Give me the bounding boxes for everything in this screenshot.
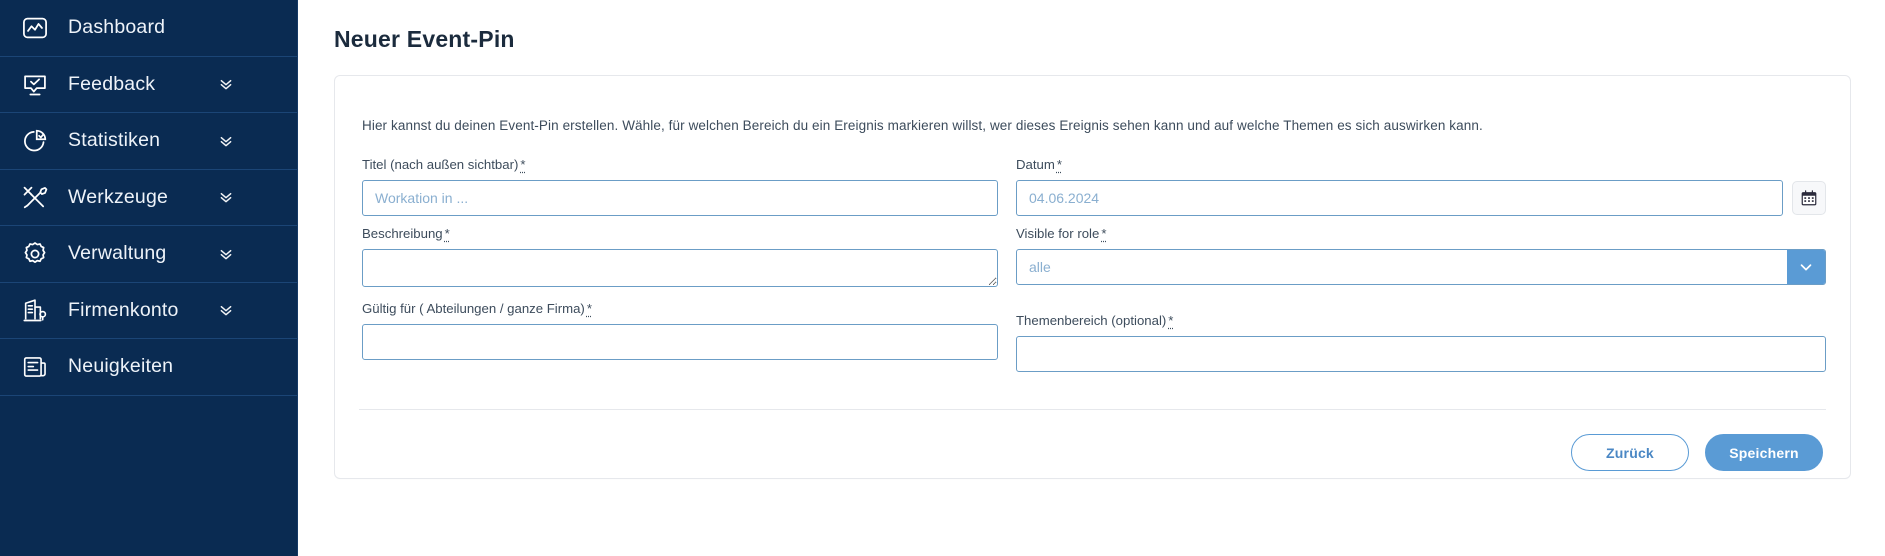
field-valid-for-label: Gültig für ( Abteilungen / ganze Firma) *	[362, 301, 998, 316]
gear-icon	[18, 237, 52, 271]
field-date: Datum *	[1016, 157, 1826, 216]
required-marker: *	[1056, 156, 1062, 172]
calendar-icon[interactable]	[1792, 180, 1826, 215]
field-description-label-text: Beschreibung	[362, 225, 443, 241]
news-document-icon	[18, 350, 52, 384]
field-title-label: Titel (nach außen sichtbar) *	[362, 157, 998, 172]
feedback-speech-bubble-icon	[18, 67, 52, 101]
date-input[interactable]	[1016, 179, 1783, 216]
field-visible-for-role-label: Visible for role *	[1016, 226, 1826, 241]
required-marker: *	[1101, 225, 1107, 241]
required-marker: *	[1168, 312, 1174, 328]
date-row	[1016, 179, 1826, 216]
topic-area-input[interactable]	[1016, 335, 1826, 372]
field-visible-for-role-label-text: Visible for role	[1016, 225, 1100, 241]
field-title: Titel (nach außen sichtbar) *	[362, 157, 998, 216]
sidebar-item-firmenkonto[interactable]: Firmenkonto	[0, 283, 297, 339]
field-topic-area: Themenbereich (optional) *	[1016, 301, 1826, 372]
field-description: Beschreibung *	[362, 226, 998, 287]
form-actions: Zurück Speichern	[1571, 434, 1823, 471]
sidebar-item-label: Werkzeuge	[68, 185, 169, 208]
form-grid: Titel (nach außen sichtbar)* Datum*	[359, 147, 1826, 372]
company-building-icon	[18, 293, 52, 327]
visible-for-role-value: alle	[1029, 258, 1051, 275]
title-input[interactable]	[362, 179, 998, 216]
tools-wrench-screwdriver-icon	[18, 180, 52, 214]
sidebar-item-label: Neuigkeiten	[68, 355, 174, 378]
chevron-double-down-icon[interactable]	[217, 75, 235, 93]
field-date-label-text: Datum	[1016, 156, 1055, 172]
sidebar-empty-space	[0, 396, 297, 556]
sidebar-item-statistiken[interactable]: Statistiken	[0, 113, 297, 170]
page-title: Neuer Event-Pin	[334, 26, 515, 52]
pie-chart-icon	[18, 124, 52, 158]
save-button[interactable]: Speichern	[1705, 434, 1823, 471]
required-marker: *	[520, 156, 526, 172]
form-intro-text: Hier kannst du deinen Event-Pin erstelle…	[362, 117, 1483, 133]
sidebar-item-label: Statistiken	[68, 129, 161, 152]
sidebar-item-dashboard[interactable]: Dashboard	[0, 0, 297, 57]
sidebar-item-label: Feedback	[68, 72, 156, 95]
sidebar-item-label: Firmenkonto	[68, 298, 179, 321]
visible-for-role-select[interactable]: alle	[1016, 248, 1826, 285]
sidebar-item-verwaltung[interactable]: Verwaltung	[0, 226, 297, 283]
event-pin-form-card: Hier kannst du deinen Event-Pin erstelle…	[334, 75, 1851, 479]
dashboard-chart-icon	[18, 11, 52, 45]
sidebar-item-werkzeuge[interactable]: Werkzeuge	[0, 170, 297, 226]
form-divider	[359, 409, 1826, 410]
valid-for-input[interactable]	[362, 323, 998, 360]
required-marker: *	[444, 225, 450, 241]
main-content: Neuer Event-Pin Hier kannst du deinen Ev…	[298, 0, 1885, 556]
field-title-label-text: Titel (nach außen sichtbar)	[362, 156, 519, 172]
sidebar-item-label: Dashboard	[68, 16, 166, 39]
chevron-double-down-icon[interactable]	[217, 132, 235, 150]
sidebar-item-neuigkeiten[interactable]: Neuigkeiten	[0, 339, 297, 396]
chevron-double-down-icon[interactable]	[217, 301, 235, 319]
sidebar: Dashboard Feedback Statistiken Werkzeuge…	[0, 0, 298, 556]
description-textarea[interactable]	[362, 248, 998, 287]
chevron-double-down-icon[interactable]	[217, 245, 235, 263]
field-valid-for-label-text: Gültig für ( Abteilungen / ganze Firma)	[362, 300, 585, 316]
back-button[interactable]: Zurück	[1571, 434, 1689, 471]
sidebar-item-label: Verwaltung	[68, 242, 167, 265]
sidebar-item-feedback[interactable]: Feedback	[0, 57, 297, 113]
chevron-down-icon[interactable]	[1787, 249, 1825, 284]
field-topic-area-label: Themenbereich (optional) *	[1016, 313, 1826, 328]
chevron-double-down-icon[interactable]	[217, 188, 235, 206]
field-topic-area-label-text: Themenbereich (optional)	[1016, 312, 1167, 328]
field-date-label: Datum *	[1016, 157, 1826, 172]
field-visible-for-role: Visible for role * alle	[1016, 226, 1826, 287]
required-marker: *	[586, 300, 592, 316]
field-valid-for: Gültig für ( Abteilungen / ganze Firma) *	[362, 301, 998, 372]
field-description-label: Beschreibung *	[362, 226, 998, 241]
app-root: Dashboard Feedback Statistiken Werkzeuge…	[0, 0, 1885, 556]
